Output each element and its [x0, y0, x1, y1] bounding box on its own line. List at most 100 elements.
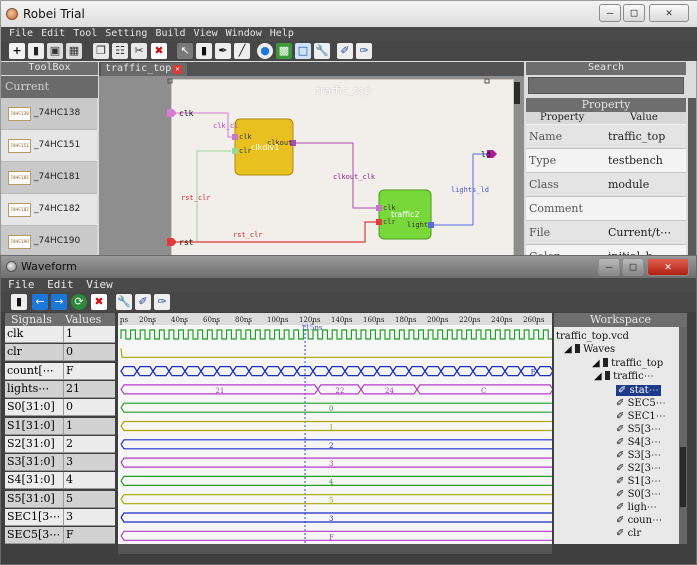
signal-row[interactable]: S1[31:0] 1 [5, 417, 115, 435]
time-tick-label: 180ns [395, 316, 417, 324]
tree-child[interactable]: ◢ traffic⋯ [594, 371, 654, 382]
signal-value: 2 [63, 435, 113, 452]
signal-name: count[⋯ [7, 363, 54, 377]
time-tick-label: 120ns [299, 316, 321, 324]
zoom-in-icon[interactable]: ✐ [135, 294, 151, 310]
wire-lights-label: lights_ld [451, 186, 489, 194]
signal-row[interactable]: SEC1[3⋯ 3 [5, 509, 115, 526]
time-tick-label: 220ns [459, 316, 481, 324]
const-waveform [120, 512, 552, 523]
tree-signal-item[interactable]: ✐ coun⋯ [616, 515, 662, 526]
signal-row[interactable]: S5[31:0] 5 [5, 490, 115, 508]
signal-icon: ✐ [616, 515, 628, 526]
signal-icon: ✐ [616, 424, 628, 435]
signal-value: 0 [63, 399, 113, 416]
wave-close-button[interactable]: ✕ [647, 258, 689, 276]
signal-row[interactable]: S0[31:0] 0 [5, 399, 115, 417]
forward-arrow-icon[interactable]: → [51, 294, 67, 310]
tree-signal-label: S3[3⋯ [627, 450, 662, 461]
property-scrollbar[interactable] [688, 98, 696, 258]
tree-signal-item[interactable]: ✐ S5[3⋯ [616, 424, 661, 435]
signal-icon: ✐ [616, 437, 628, 448]
wave-menu-view[interactable]: View [86, 278, 113, 291]
property-row[interactable]: Name traffic_top [526, 125, 686, 149]
bus-segment-label: 24 [385, 387, 394, 395]
property-row[interactable]: Class module [526, 173, 686, 197]
signal-row[interactable]: count[⋯ F [5, 362, 115, 380]
bus-segment-label: C [481, 387, 486, 395]
signal-row[interactable]: S3[31:0] 3 [5, 454, 115, 472]
signal-row[interactable]: lights⋯ 21 [5, 380, 115, 398]
wave-maximize-button[interactable]: □ [622, 258, 644, 276]
clkdiv-port-clk [232, 134, 238, 140]
traffic-out-port-label: light [407, 221, 428, 229]
search-header: Search [526, 62, 686, 75]
tree-signal-label: S4[3⋯ [627, 437, 662, 448]
wave-delete-icon[interactable]: ✖ [91, 294, 107, 310]
wave-window-title: Waveform [21, 260, 77, 273]
open-file-icon[interactable]: ▮ [11, 294, 27, 310]
wave-title-bar: Waveform – □ ✕ [1, 256, 696, 278]
wave-minimize-button[interactable]: – [598, 258, 620, 276]
signal-icon: ✐ [616, 489, 628, 500]
wave-menu-edit[interactable]: Edit [47, 278, 74, 291]
property-row[interactable]: Type testbench [526, 149, 686, 173]
signal-name: SEC5[3⋯ [7, 528, 61, 542]
corner-marks [167, 78, 490, 84]
count-waveform [120, 365, 552, 377]
wire-clkout-label: clkout_clk [333, 173, 376, 181]
signal-value: 1 [63, 326, 113, 342]
signal-row[interactable]: clr 0 [5, 344, 115, 362]
tree-signal-item[interactable]: ✐ SEC5⋯ [616, 398, 666, 409]
tree-signal-item[interactable]: ✐ stat⋯ [616, 385, 661, 396]
tree-file[interactable]: traffic_top.vcd [556, 331, 629, 342]
search-title: Search [587, 62, 625, 73]
time-tick-label: 200ns [427, 316, 449, 324]
tree-signal-item[interactable]: ✐ clr [616, 528, 641, 539]
main-window: Robei Trial – □ ✕ File Edit Tool Setting Bui… [0, 0, 697, 260]
wave-hscrollbar[interactable] [118, 544, 552, 554]
back-arrow-icon[interactable]: ← [32, 294, 48, 310]
signal-name: S4[31:0] [7, 473, 55, 487]
tree-signal-item[interactable]: ✐ S4[3⋯ [616, 437, 661, 448]
wave-menu-file[interactable]: File [8, 278, 35, 291]
tree-signal-item[interactable]: ✐ ligh⋯ [616, 502, 657, 513]
tree-signal-label: S1[3⋯ [627, 476, 662, 487]
wave-wrench-icon[interactable]: 🔧 [116, 294, 132, 310]
tree-top[interactable]: ◢ traffic_top [592, 358, 663, 369]
tree-signal-item[interactable]: ✐ S3[3⋯ [616, 450, 661, 461]
tree-signal-item[interactable]: ✐ S2[3⋯ [616, 463, 661, 474]
time-tick-label: 60ns [203, 316, 220, 324]
signal-row[interactable]: SEC5[3⋯ F [5, 527, 115, 545]
property-row[interactable]: Comment [526, 197, 686, 221]
property-row[interactable]: File Current/t⋯ [526, 221, 686, 245]
signal-row[interactable]: S2[31:0] 2 [5, 435, 115, 453]
signal-value: F [63, 527, 113, 544]
signal-icon: ✐ [616, 528, 628, 539]
signal-row[interactable]: S4[31:0] 4 [5, 472, 115, 490]
tree-signal-label: clr [627, 528, 642, 539]
cursor-label: 115ns [301, 324, 323, 332]
time-tick-label: 80ns [235, 316, 252, 324]
const-value-label: 5 [329, 497, 333, 505]
tree-signal-item[interactable]: ✐ S0[3⋯ [616, 489, 661, 500]
signal-row[interactable]: clk 1 [5, 326, 115, 343]
zoom-out-icon[interactable]: ✑ [154, 294, 170, 310]
scroll-thumb[interactable] [680, 447, 686, 507]
tree-signal-item[interactable]: ✐ S1[3⋯ [616, 476, 661, 487]
const-waveform [120, 494, 552, 505]
signal-name: S1[31:0] [7, 418, 55, 432]
tree-waves[interactable]: ◢ Waves [564, 344, 615, 355]
wire-rst-clr-2 [177, 221, 379, 243]
search-input[interactable] [528, 77, 684, 94]
canvas-rst-label: rst [179, 238, 194, 247]
clkdiv-name: clkdiv1 [251, 143, 279, 152]
refresh-icon[interactable]: ⟳ [71, 294, 87, 310]
wave-area[interactable]: ns 20ns 40ns 60ns 80ns 100ns 120ns 140ns 160ns 18… [118, 313, 552, 544]
canvas-ld-label: ld [481, 150, 491, 159]
tree-signal-label: S5[3⋯ [627, 424, 662, 435]
tree-signal-item[interactable]: ✐ SEC1⋯ [616, 411, 666, 422]
tree-signal-label: ligh⋯ [627, 502, 657, 513]
workspace-scrollbar[interactable] [679, 327, 687, 544]
time-tick-label: 160ns [363, 316, 385, 324]
